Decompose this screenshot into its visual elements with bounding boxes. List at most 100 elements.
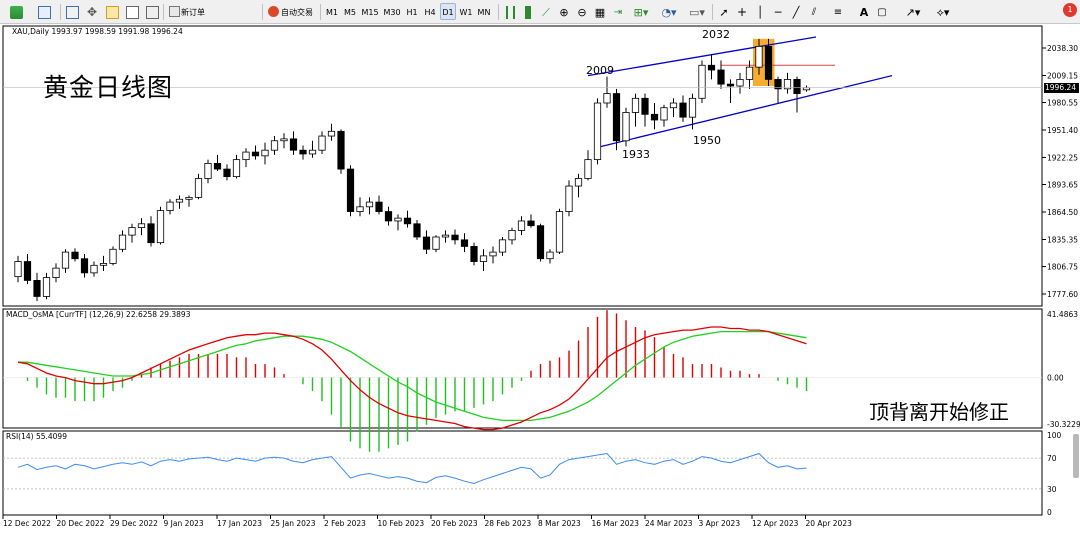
arrows-button[interactable]: ↗▾ <box>900 3 926 20</box>
profiles-button[interactable] <box>31 3 57 20</box>
navigator-icon <box>105 6 119 19</box>
candle-body <box>242 151 250 161</box>
chart-window[interactable]: 2038.30 2009.15 1980.55 1951.40 1922.25 1893.… <box>0 24 1080 534</box>
chart-comment-overlay: 顶背离开始修正 <box>869 400 1009 424</box>
fibonacci-button[interactable]: ≡ <box>828 3 848 20</box>
date-axis-label: 12 Dec 2022 <box>3 519 51 528</box>
candle-body <box>394 217 402 222</box>
new-order-icon <box>169 6 180 17</box>
line-chart-button[interactable]: ⟋ <box>538 3 554 20</box>
tester-button[interactable] <box>143 3 161 20</box>
market-watch-button[interactable] <box>63 3 81 20</box>
candle-body <box>555 211 564 253</box>
candle-body <box>61 251 70 269</box>
candle-body <box>23 261 32 281</box>
text-tool-icon: A <box>859 6 869 19</box>
annotation-2009: 2009 <box>586 64 614 77</box>
crosshair-button[interactable]: + <box>734 3 750 20</box>
date-axis-label: 16 Mar 2023 <box>592 519 640 528</box>
trendline-button[interactable]: ╱ <box>788 3 804 20</box>
templates-button[interactable]: ▭▾ <box>684 3 710 20</box>
candle-body <box>679 102 687 118</box>
new-order-button[interactable]: 新订单 <box>166 3 206 20</box>
candle-body <box>527 220 535 227</box>
channel-icon: ⫽ <box>811 7 817 18</box>
candle-body <box>612 93 621 142</box>
chart-scrollbar[interactable] <box>1073 434 1079 478</box>
price-axis-label: 1951.40 <box>1047 126 1078 135</box>
candle-body <box>118 234 127 250</box>
navigator-button[interactable] <box>103 3 121 20</box>
candle-body <box>422 236 431 250</box>
macd-axis-label: 0.00 <box>1047 374 1064 383</box>
candle-body <box>384 211 393 222</box>
zoom-out-button[interactable]: ⊖ <box>574 3 590 20</box>
shapes-icon: ⟡▾ <box>936 6 950 19</box>
date-axis-label: 10 Feb 2023 <box>378 519 425 528</box>
candle-body <box>736 79 744 87</box>
candle-body <box>128 227 136 236</box>
candlestick-chart-button[interactable] <box>520 3 536 20</box>
label-tool-button[interactable]: ▢ <box>874 3 890 20</box>
tester-icon <box>145 6 159 19</box>
notification-badge[interactable]: 1 <box>1063 3 1077 17</box>
candle-body <box>650 113 659 121</box>
cursor-button[interactable]: ➚ <box>716 3 732 20</box>
auto-trading-button[interactable]: 自动交易 <box>265 3 317 20</box>
price-axis-label: 1806.75 <box>1047 262 1078 271</box>
candle-body <box>584 159 592 179</box>
shapes-button[interactable]: ⟡▾ <box>930 3 956 20</box>
text-tool-button[interactable]: A <box>856 3 872 20</box>
timeframe-m5-button[interactable]: M5 <box>342 3 358 20</box>
data-window-button[interactable]: ✥ <box>83 3 101 20</box>
vertical-line-button[interactable]: │ <box>752 3 768 20</box>
candle-body <box>755 45 763 68</box>
terminal-icon <box>125 6 139 19</box>
timeframe-m1-button[interactable]: M1 <box>324 3 340 20</box>
date-axis-label: 25 Jan 2023 <box>271 519 316 528</box>
timeframe-h1-button[interactable]: H1 <box>404 3 420 20</box>
indicators-button[interactable]: ⊞▾ <box>628 3 654 20</box>
candle-body <box>232 159 241 178</box>
candle-body <box>622 112 630 142</box>
candle-body <box>156 210 165 244</box>
candle-body <box>261 149 269 157</box>
candle-body <box>508 230 516 241</box>
candle-body <box>793 79 801 94</box>
candle-body <box>574 178 583 187</box>
chart-shift-button[interactable]: ⇥ <box>610 3 626 20</box>
candle-body <box>194 178 203 198</box>
candle-body <box>432 236 440 250</box>
rsi-axis-label: 70 <box>1047 454 1057 463</box>
timeframe-mn-button[interactable]: MN <box>476 3 492 20</box>
zoom-in-button[interactable]: ⊕ <box>556 3 572 20</box>
candle-body <box>413 223 421 238</box>
new-chart-button[interactable] <box>3 3 29 20</box>
candle-body <box>479 255 488 262</box>
candle-body <box>593 102 602 161</box>
tile-windows-button[interactable]: ▦ <box>592 3 608 20</box>
candle-body <box>346 168 355 212</box>
timeframe-m15-button[interactable]: M15 <box>360 3 380 20</box>
candle-body <box>451 234 459 241</box>
candle-body <box>726 83 735 87</box>
candle-body <box>375 201 383 212</box>
timeframe-d1-button[interactable]: D1 <box>440 3 456 20</box>
channel-button[interactable]: ⫽ <box>806 3 822 20</box>
periods-button[interactable]: ◔▾ <box>656 3 682 20</box>
candle-body <box>641 97 649 115</box>
timeframe-m30-button[interactable]: M30 <box>382 3 402 20</box>
candle-body <box>660 107 668 121</box>
bar-chart-button[interactable] <box>502 3 518 20</box>
timeframe-h4-button[interactable]: H4 <box>422 3 438 20</box>
candle-body <box>52 267 60 278</box>
rsi-pane[interactable] <box>2 430 1043 516</box>
timeframe-w1-button[interactable]: W1 <box>458 3 474 20</box>
annotation-1933: 1933 <box>622 148 650 161</box>
candle-body <box>308 149 317 155</box>
zoom-in-icon: ⊕ <box>559 6 569 19</box>
terminal-button[interactable] <box>123 3 141 20</box>
horizontal-line-button[interactable]: ─ <box>770 3 786 20</box>
candle-body <box>631 97 640 113</box>
rsi-label: RSI(14) 55.4099 <box>6 432 67 441</box>
